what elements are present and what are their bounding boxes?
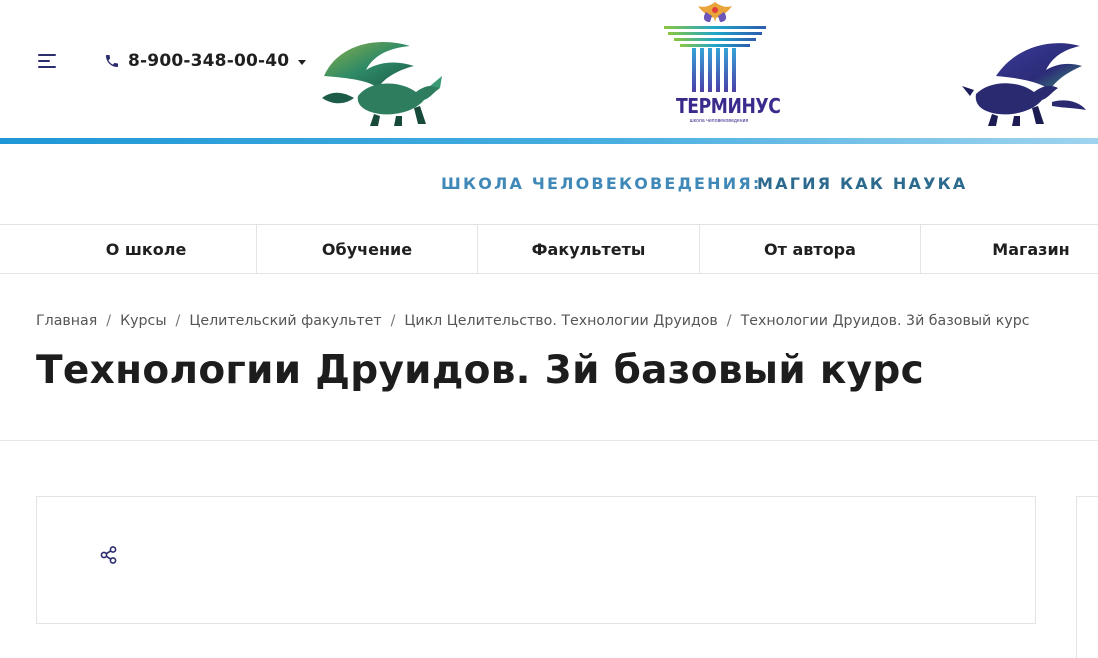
dragon-left-image bbox=[322, 41, 442, 126]
section-divider bbox=[0, 440, 1098, 441]
breadcrumb-separator: / bbox=[106, 313, 112, 329]
course-card bbox=[36, 496, 1036, 624]
breadcrumb-healing-faculty[interactable]: Целительский факультет bbox=[189, 313, 381, 329]
sidebar-panel bbox=[1076, 496, 1098, 658]
nav-item-from-author[interactable]: От автора bbox=[700, 225, 920, 273]
share-icon[interactable] bbox=[99, 545, 119, 565]
tagline-part-1: ШКОЛА ЧЕЛОВЕКОВЕДЕНИЯ: bbox=[441, 174, 762, 193]
logo-subtitle: школа человековедения bbox=[689, 118, 749, 124]
page-title: Технологии Друидов. 3й базовый курс bbox=[36, 348, 924, 393]
chevron-down-icon[interactable] bbox=[298, 59, 307, 65]
breadcrumb-separator: / bbox=[175, 313, 181, 329]
breadcrumb-separator: / bbox=[726, 313, 732, 329]
breadcrumb-separator: / bbox=[390, 313, 396, 329]
nav-item-about[interactable]: О школе bbox=[36, 225, 256, 273]
breadcrumb-courses[interactable]: Курсы bbox=[120, 313, 166, 329]
dragon-right-image bbox=[962, 43, 1086, 126]
phone-icon bbox=[106, 55, 118, 67]
phone-number[interactable]: 8-900-348-00-40 bbox=[128, 51, 289, 71]
site-tagline: ШКОЛА ЧЕЛОВЕКОВЕДЕНИЯ: МАГИЯ КАК НАУКА bbox=[0, 170, 1098, 198]
nav-item-shop[interactable]: Магазин bbox=[921, 225, 1098, 273]
breadcrumb-healing-cycle[interactable]: Цикл Целительство. Технологии Друидов bbox=[404, 313, 717, 329]
menu-icon[interactable] bbox=[38, 52, 58, 70]
nav-item-education[interactable]: Обучение bbox=[257, 225, 477, 273]
breadcrumb: Главная / Курсы / Целительский факультет… bbox=[36, 311, 1030, 331]
tagline-part-2: МАГИЯ КАК НАУКА bbox=[757, 174, 968, 193]
logo-wordmark: ТЕРМИНУС bbox=[676, 94, 781, 118]
breadcrumb-current: Технологии Друидов. 3й базовый курс bbox=[740, 313, 1030, 329]
nav-item-faculties[interactable]: Факультеты bbox=[478, 225, 699, 273]
phone-dropdown[interactable]: 8-900-348-00-40 bbox=[104, 49, 307, 73]
main-navigation: О школе Обучение Факультеты От автора Ма… bbox=[0, 224, 1098, 274]
site-header: 8-900-348-00-40 ТЕРМИНУС школа человеков… bbox=[0, 0, 1098, 138]
header-gradient-bar bbox=[0, 138, 1098, 144]
breadcrumb-home[interactable]: Главная bbox=[36, 313, 97, 329]
